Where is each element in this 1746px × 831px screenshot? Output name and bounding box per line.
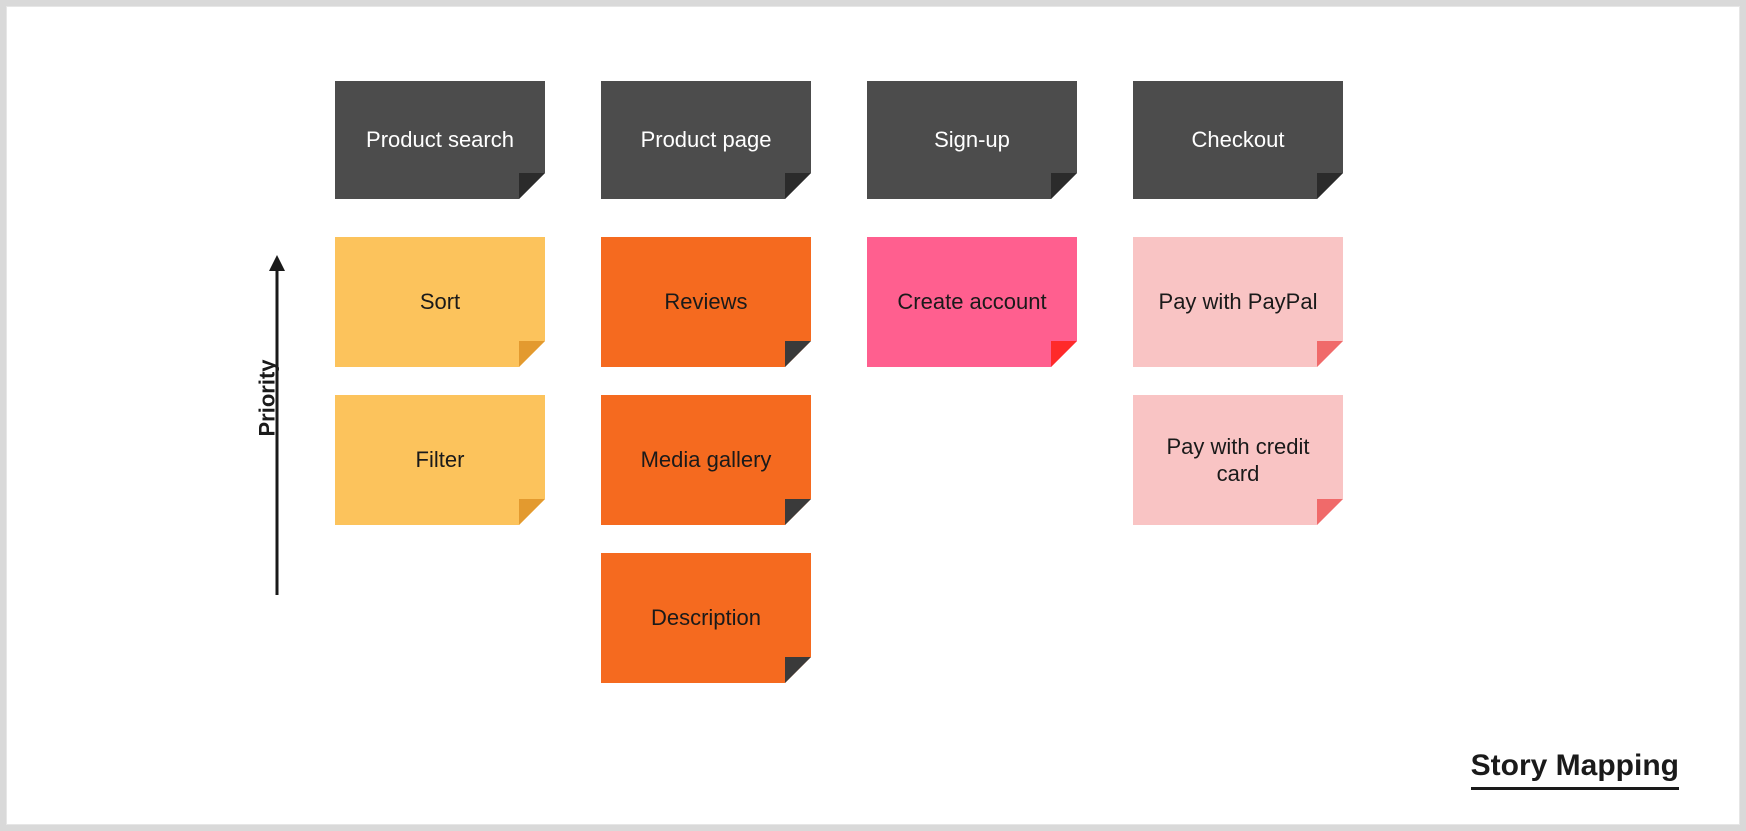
story-note-reviews[interactable]: Reviews — [601, 237, 811, 367]
page-fold-icon — [785, 499, 811, 525]
page-fold-icon — [1051, 341, 1077, 367]
activity-header-product-search[interactable]: Product search — [335, 81, 545, 199]
page-fold-icon — [1317, 341, 1343, 367]
note-label: Pay with PayPal — [1159, 288, 1318, 316]
activity-header-checkout[interactable]: Checkout — [1133, 81, 1343, 199]
story-note-pay-with-credit-card[interactable]: Pay with credit card — [1133, 395, 1343, 525]
page-fold-icon — [519, 499, 545, 525]
story-note-filter[interactable]: Filter — [335, 395, 545, 525]
page-fold-icon — [1051, 173, 1077, 199]
diagram-title: Story Mapping — [1471, 749, 1679, 790]
page-fold-icon — [1317, 173, 1343, 199]
page-fold-icon — [785, 173, 811, 199]
note-label: Pay with credit card — [1151, 433, 1325, 488]
note-label: Create account — [897, 288, 1046, 316]
note-label: Checkout — [1192, 126, 1285, 154]
note-label: Media gallery — [641, 446, 772, 474]
page-fold-icon — [785, 341, 811, 367]
story-note-media-gallery[interactable]: Media gallery — [601, 395, 811, 525]
story-map-canvas: Priority Product search Sort Filter Prod… — [6, 6, 1740, 825]
note-label: Reviews — [664, 288, 747, 316]
priority-axis-label: Priority — [255, 359, 281, 436]
note-label: Description — [651, 604, 761, 632]
note-label: Sign-up — [934, 126, 1010, 154]
page-fold-icon — [785, 657, 811, 683]
note-label: Filter — [416, 446, 465, 474]
note-label: Product search — [366, 126, 514, 154]
activity-header-sign-up[interactable]: Sign-up — [867, 81, 1077, 199]
note-label: Product page — [641, 126, 772, 154]
page-fold-icon — [519, 173, 545, 199]
page-fold-icon — [1317, 499, 1343, 525]
activity-header-product-page[interactable]: Product page — [601, 81, 811, 199]
story-note-description[interactable]: Description — [601, 553, 811, 683]
page-fold-icon — [519, 341, 545, 367]
story-note-create-account[interactable]: Create account — [867, 237, 1077, 367]
note-label: Sort — [420, 288, 460, 316]
story-note-pay-with-paypal[interactable]: Pay with PayPal — [1133, 237, 1343, 367]
story-note-sort[interactable]: Sort — [335, 237, 545, 367]
